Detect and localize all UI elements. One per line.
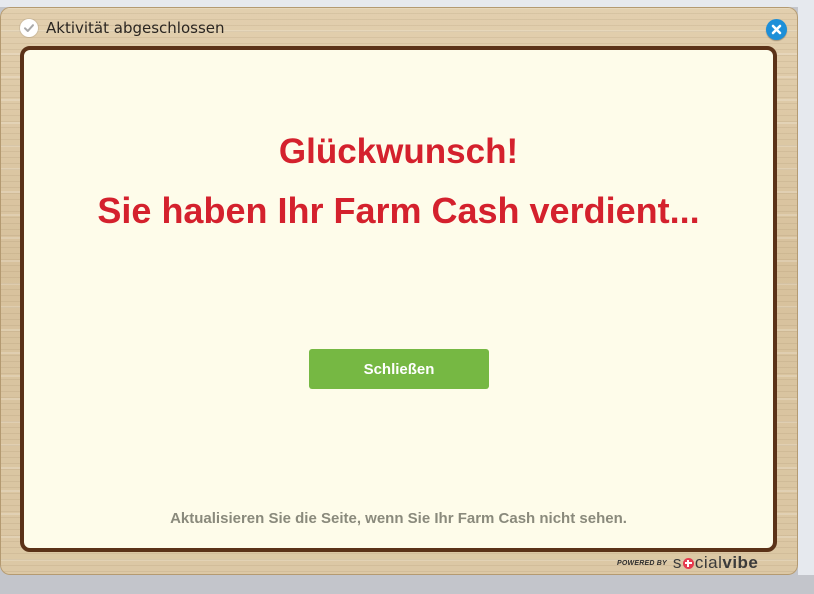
- content-panel: Glückwunsch! Sie haben Ihr Farm Cash ver…: [20, 46, 777, 552]
- logo-text-cial: cial: [694, 553, 723, 572]
- headline-congrats: Glückwunsch!: [278, 132, 519, 171]
- refresh-hint: Aktualisieren Sie die Seite, wenn Sie Ih…: [170, 510, 627, 527]
- powered-by-label: POWERED BY: [617, 559, 667, 567]
- background-strip-top: [0, 0, 814, 7]
- socialvibe-logo: s cial vibe: [673, 553, 759, 573]
- background-strip-right: [798, 0, 814, 575]
- close-action-button[interactable]: Schließen: [309, 349, 489, 389]
- dialog-title: Aktivität abgeschlossen: [46, 19, 225, 37]
- logo-text-vibe: vibe: [722, 553, 759, 572]
- close-button[interactable]: [766, 19, 787, 40]
- check-circle-icon: [20, 19, 38, 37]
- dialog-title-bar: Aktivität abgeschlossen: [20, 17, 225, 39]
- plus-circle-icon: [682, 557, 694, 569]
- powered-by-socialvibe[interactable]: POWERED BY s cial vibe: [617, 552, 758, 574]
- headline-earned: Sie haben Ihr Farm Cash verdient...: [97, 190, 700, 231]
- close-icon: [771, 24, 782, 35]
- logo-text-s: s: [672, 553, 682, 572]
